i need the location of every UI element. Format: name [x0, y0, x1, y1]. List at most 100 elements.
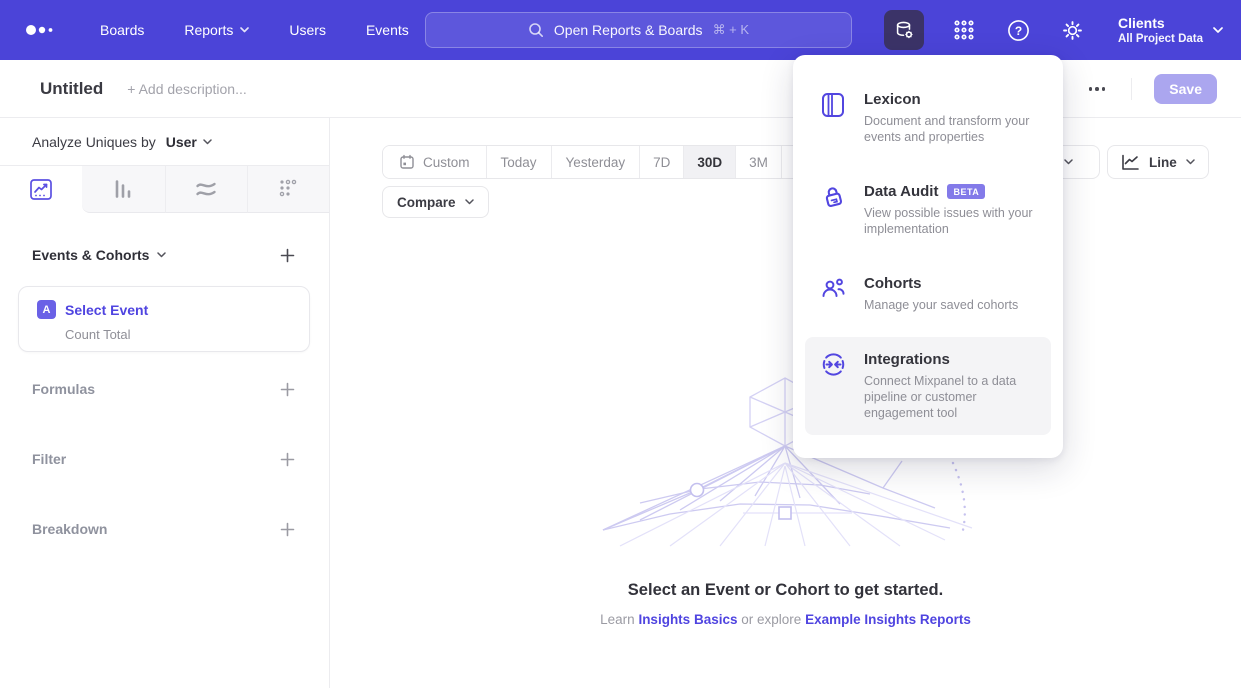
menu-item-title: Integrations [864, 351, 1041, 368]
nav-item-label: Events [366, 22, 409, 38]
data-management-button[interactable] [884, 10, 924, 50]
line-chart-icon [1121, 154, 1140, 171]
navbar-right-cluster: ? Clients All Project Data [884, 0, 1223, 60]
date-range-today[interactable]: Today [486, 146, 551, 178]
filter-label: Filter [32, 451, 66, 467]
nav-item-label: Reports [184, 22, 233, 38]
primary-nav: Boards Reports Users Events [100, 22, 409, 38]
project-scope: All Project Data [1118, 32, 1203, 46]
insights-basics-link[interactable]: Insights Basics [638, 612, 737, 627]
svg-text:?: ? [1014, 23, 1021, 37]
date-range-label: Custom [423, 155, 470, 170]
event-letter-badge: A [37, 300, 56, 319]
gear-icon [1061, 19, 1084, 42]
report-description-placeholder[interactable]: + Add description... [127, 81, 246, 97]
chart-type-tabs [0, 166, 329, 213]
calendar-icon [399, 154, 415, 170]
nav-item-reports[interactable]: Reports [184, 22, 249, 38]
data-audit-icon [821, 184, 847, 211]
save-button[interactable]: Save [1154, 74, 1217, 104]
add-formula-button[interactable] [280, 382, 295, 397]
more-options-button[interactable] [1085, 83, 1110, 95]
analyze-entity-dropdown[interactable]: User [166, 134, 212, 150]
chevron-down-icon [240, 27, 249, 33]
analyze-entity-value: User [166, 134, 197, 150]
chart-type-dropdown[interactable]: Line [1107, 145, 1209, 179]
project-selector[interactable]: Clients All Project Data [1118, 15, 1223, 46]
menu-item-lexicon[interactable]: Lexicon Document and transform your even… [805, 77, 1051, 159]
compare-label: Compare [397, 195, 456, 210]
date-range-label: Today [501, 155, 537, 170]
date-range-3m[interactable]: 3M [735, 146, 781, 178]
menu-item-description: Connect Mixpanel to a data pipeline or c… [864, 373, 1041, 421]
events-cohorts-label: Events & Cohorts [32, 247, 149, 263]
select-event-label[interactable]: Select Event [65, 302, 148, 318]
date-range-custom[interactable]: Custom [383, 146, 486, 178]
date-range-control: Custom Today Yesterday 7D 30D 3M 6M [382, 145, 828, 179]
global-search-input[interactable]: Open Reports & Boards ⌘ + K [425, 12, 852, 48]
integrations-icon [821, 352, 846, 377]
bar-chart-tab-icon [113, 179, 133, 199]
events-cohorts-header: Events & Cohorts [32, 245, 295, 265]
nav-item-users[interactable]: Users [289, 22, 326, 38]
lexicon-icon [821, 92, 845, 118]
menu-item-description: Document and transform your events and p… [864, 113, 1041, 145]
example-reports-link[interactable]: Example Insights Reports [805, 612, 971, 627]
add-event-button[interactable] [280, 248, 295, 263]
search-icon [528, 22, 544, 38]
chevron-down-icon [465, 199, 474, 205]
date-range-7d[interactable]: 7D [639, 146, 683, 178]
menu-item-description: Manage your saved cohorts [864, 297, 1018, 313]
search-shortcut: ⌘ + K [713, 22, 750, 38]
empty-state-subtitle: Learn Insights Basics or explore Example… [330, 612, 1241, 627]
help-button[interactable]: ? [1004, 10, 1032, 50]
menu-item-data-audit[interactable]: Data Audit BETA View possible issues wit… [805, 169, 1051, 251]
chevron-down-icon [1213, 27, 1223, 34]
menu-item-title: Data Audit [864, 183, 938, 200]
report-canvas: Custom Today Yesterday 7D 30D 3M 6M Comp… [330, 118, 1241, 688]
report-header-actions: Save [1043, 60, 1217, 118]
empty-state-middle: or explore [741, 612, 801, 627]
event-aggregation-label[interactable]: Count Total [65, 327, 291, 342]
menu-item-integrations[interactable]: Integrations Connect Mixpanel to a data … [805, 337, 1051, 435]
date-range-label: Yesterday [566, 155, 626, 170]
analyze-row: Analyze Uniques by User [0, 118, 329, 166]
nav-item-events[interactable]: Events [366, 22, 409, 38]
chart-type-label: Line [1149, 155, 1177, 170]
top-navbar: Boards Reports Users Events Open Reports… [0, 0, 1241, 60]
formulas-row: Formulas [32, 379, 295, 399]
date-range-label: 3M [749, 155, 768, 170]
tab-bar-chart[interactable] [82, 166, 164, 213]
add-breakdown-button[interactable] [280, 522, 295, 537]
plus-icon [280, 382, 295, 397]
line-chart-tab-icon [30, 179, 52, 200]
menu-item-title: Cohorts [864, 275, 1018, 292]
beta-badge: BETA [947, 184, 985, 199]
chevron-down-icon [1064, 159, 1073, 165]
nav-item-label: Users [289, 22, 326, 38]
tab-flow-chart[interactable] [165, 166, 247, 213]
add-filter-button[interactable] [280, 452, 295, 467]
nav-item-boards[interactable]: Boards [100, 22, 144, 38]
settings-button[interactable] [1058, 10, 1086, 50]
apps-grid-button[interactable] [950, 10, 978, 50]
report-title[interactable]: Untitled [40, 79, 103, 99]
compare-dropdown[interactable]: Compare [382, 186, 489, 218]
chevron-down-icon [157, 252, 166, 258]
events-cohorts-dropdown[interactable]: Events & Cohorts [32, 247, 166, 263]
chevron-down-icon [203, 139, 212, 145]
mixpanel-logo-icon[interactable] [24, 23, 64, 37]
plus-icon [280, 522, 295, 537]
plus-icon [280, 248, 295, 263]
date-range-yesterday[interactable]: Yesterday [551, 146, 640, 178]
breakdown-label: Breakdown [32, 521, 107, 537]
scatter-tab-icon [278, 179, 298, 199]
menu-item-description: View possible issues with your implement… [864, 205, 1041, 237]
flow-tab-icon [195, 180, 217, 198]
tab-line-chart[interactable] [0, 166, 82, 213]
date-range-30d-active[interactable]: 30D [683, 146, 735, 178]
tab-scatter-chart[interactable] [247, 166, 329, 213]
menu-item-cohorts[interactable]: Cohorts Manage your saved cohorts [805, 261, 1051, 327]
data-management-menu: Lexicon Document and transform your even… [793, 55, 1063, 458]
event-card[interactable]: A Select Event Count Total [18, 286, 310, 352]
